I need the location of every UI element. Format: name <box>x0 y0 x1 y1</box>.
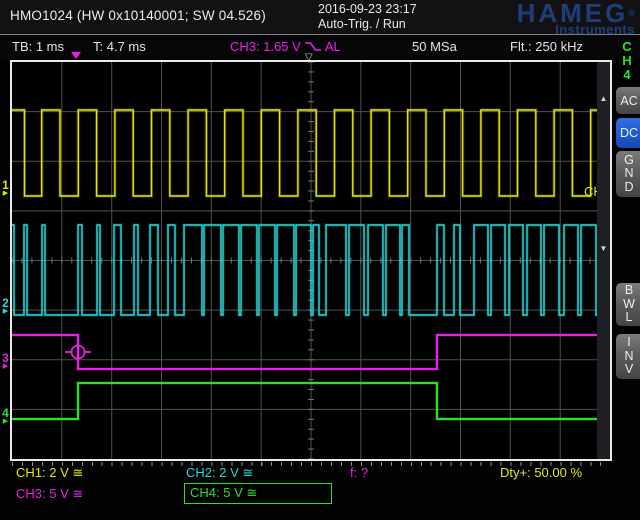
device-id: HMO1024 (HW 0x10140001; SW 04.526) <box>10 8 266 23</box>
filter-readout: Flt.: 250 kHz <box>510 39 583 54</box>
datetime-label: 2016-09-23 23:17 <box>318 2 417 17</box>
trigger-level-readout: CH3: 1.65 V AL <box>230 39 341 54</box>
softkey-bwl[interactable]: BWL <box>616 283 640 326</box>
waveform-plot: CH. <box>12 62 610 459</box>
trace-ch2 <box>12 225 610 315</box>
ch4-readout: CH4: 5 V ≅ <box>190 485 257 501</box>
freq-readout: f: ? <box>350 465 368 480</box>
duty-cycle-readout: Dty+: 50.00 % <box>500 465 582 480</box>
trigger-source-level: CH3: 1.65 V <box>230 39 301 54</box>
ch4-readout-box[interactable]: CH4: 5 V ≅ <box>184 483 332 504</box>
trigger-mode-suffix: AL <box>325 39 341 54</box>
scroll-down-icon[interactable]: ▼ <box>597 245 610 253</box>
registered-mark: ® <box>628 8 635 18</box>
ch3-readout[interactable]: CH3: 5 V ≅ <box>16 486 83 502</box>
trigger-time-readout: T: 4.7 ms <box>93 39 146 54</box>
softkey-dc[interactable]: DC <box>616 118 640 148</box>
softkey-inv[interactable]: INV <box>616 334 640 379</box>
scroll-up-icon[interactable]: ▲ <box>597 95 610 103</box>
ch1-readout[interactable]: CH1: 2 V ≅ <box>16 465 83 481</box>
menu-channel-label: CH4 <box>621 40 633 82</box>
channel-ch1-position-marker[interactable]: 1▶ <box>0 180 11 199</box>
status-bar: TB: 1 ms T: 4.7 ms CH3: 1.65 VAL 50 MSa … <box>0 35 640 59</box>
datetime-block: 2016-09-23 23:17 Auto-Trig. / Run <box>318 2 417 32</box>
channel-ch3-position-marker[interactable]: 3▶ <box>0 353 11 372</box>
softkey-gnd[interactable]: GND <box>616 151 640 197</box>
sample-rate-readout: 50 MSa <box>412 39 457 54</box>
oscilloscope-screen: HMO1024 (HW 0x10140001; SW 04.526) 2016-… <box>0 0 640 520</box>
trigger-status-label: Auto-Trig. / Run <box>318 17 417 32</box>
timebase-readout: TB: 1 ms <box>12 39 64 54</box>
ch2-readout[interactable]: CH2: 2 V ≅ <box>186 465 253 481</box>
trigger-position-marker[interactable] <box>71 52 81 59</box>
channel-ch2-position-marker[interactable]: 2▶ <box>0 298 11 317</box>
softkey-ac[interactable]: AC <box>616 87 640 114</box>
header-bar: HMO1024 (HW 0x10140001; SW 04.526) 2016-… <box>0 0 640 35</box>
channel-ch4-position-marker[interactable]: 4▶ <box>0 408 11 427</box>
hameg-logo: HAMEG® Instruments <box>517 0 635 37</box>
waveform-display: CH. ▲ ▼ <box>10 60 612 461</box>
menu-scrollbar: ▲ ▼ <box>597 62 610 459</box>
